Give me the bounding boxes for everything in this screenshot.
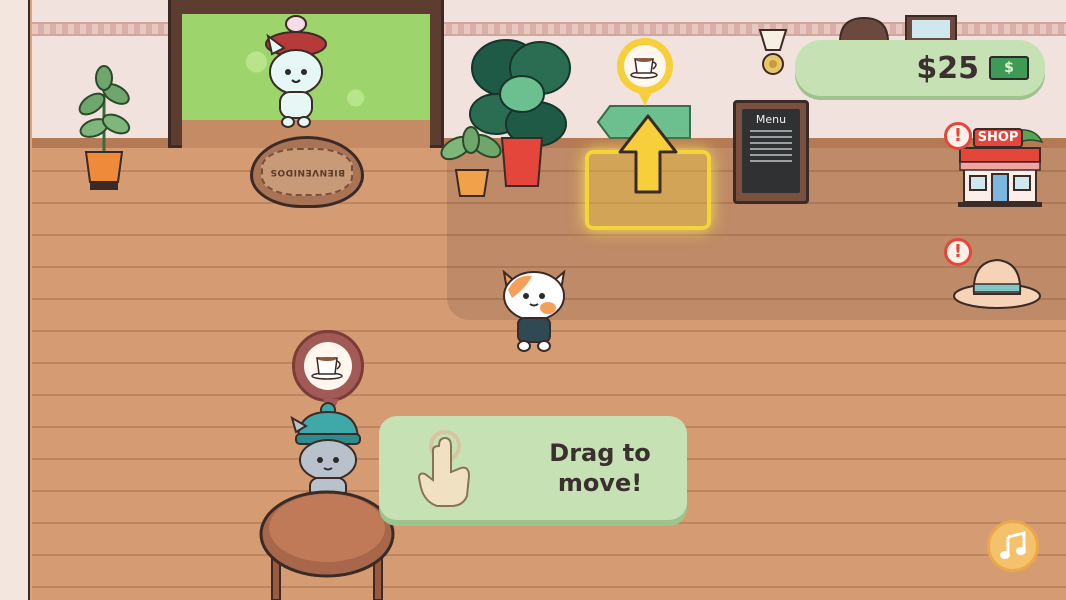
shop-alert-icon: ! [944,122,972,150]
money-display: $25 [795,40,1045,96]
music-toggle-button[interactable] [987,520,1039,572]
game-scene[interactable]: BIENVENIDOS Menu $25 $ SHOP ! ! Drag to … [0,0,1066,600]
tutorial-text: Drag to move! [513,438,687,498]
menu-chalkboard-surface: Menu [742,109,800,193]
coffee-cup-target [624,45,666,87]
customer-cat-beret[interactable] [258,14,334,130]
tap-hand-icon [417,430,471,507]
welcome-mat-text: BIENVENIDOS [269,167,345,177]
potted-plant-left [78,65,131,190]
tutorial-text-line1: Drag to [549,439,651,467]
customer-cat-beanie[interactable] [290,402,366,498]
customer-order-bubble [292,330,364,415]
menu-chalkboard-title: Menu [755,113,787,126]
small-potted-plant [440,126,502,197]
coffee-cup-icon [311,357,343,380]
up-arrow-icon [618,114,678,194]
wall-picture-icon [905,15,957,42]
money-amount: $25 [916,50,979,86]
hat-alert-icon: ! [944,238,972,266]
coffee-cup-icon [630,58,658,79]
order-target-pin [617,38,673,106]
tutorial-text-line2: move! [557,469,643,497]
music-note-icon [1000,531,1026,559]
welcome-mat: BIENVENIDOS [250,136,364,208]
order-coffee-circle [304,342,352,390]
welcome-mat-inner: BIENVENIDOS [261,148,353,196]
menu-chalkboard[interactable]: Menu [733,100,809,204]
player-cat[interactable] [496,264,572,354]
wall-lamp-icon [758,29,788,75]
cash-icon [989,56,1029,80]
cafe-table[interactable] [256,488,398,600]
wall-mirror-icon [838,16,890,42]
left-wall-edge [0,0,30,600]
tutorial-hint: Drag to move! [379,416,687,520]
shop-label: SHOP [973,128,1023,148]
shop-button[interactable]: SHOP ! [944,118,1048,210]
wardrobe-hat-button[interactable]: ! [944,238,1044,312]
